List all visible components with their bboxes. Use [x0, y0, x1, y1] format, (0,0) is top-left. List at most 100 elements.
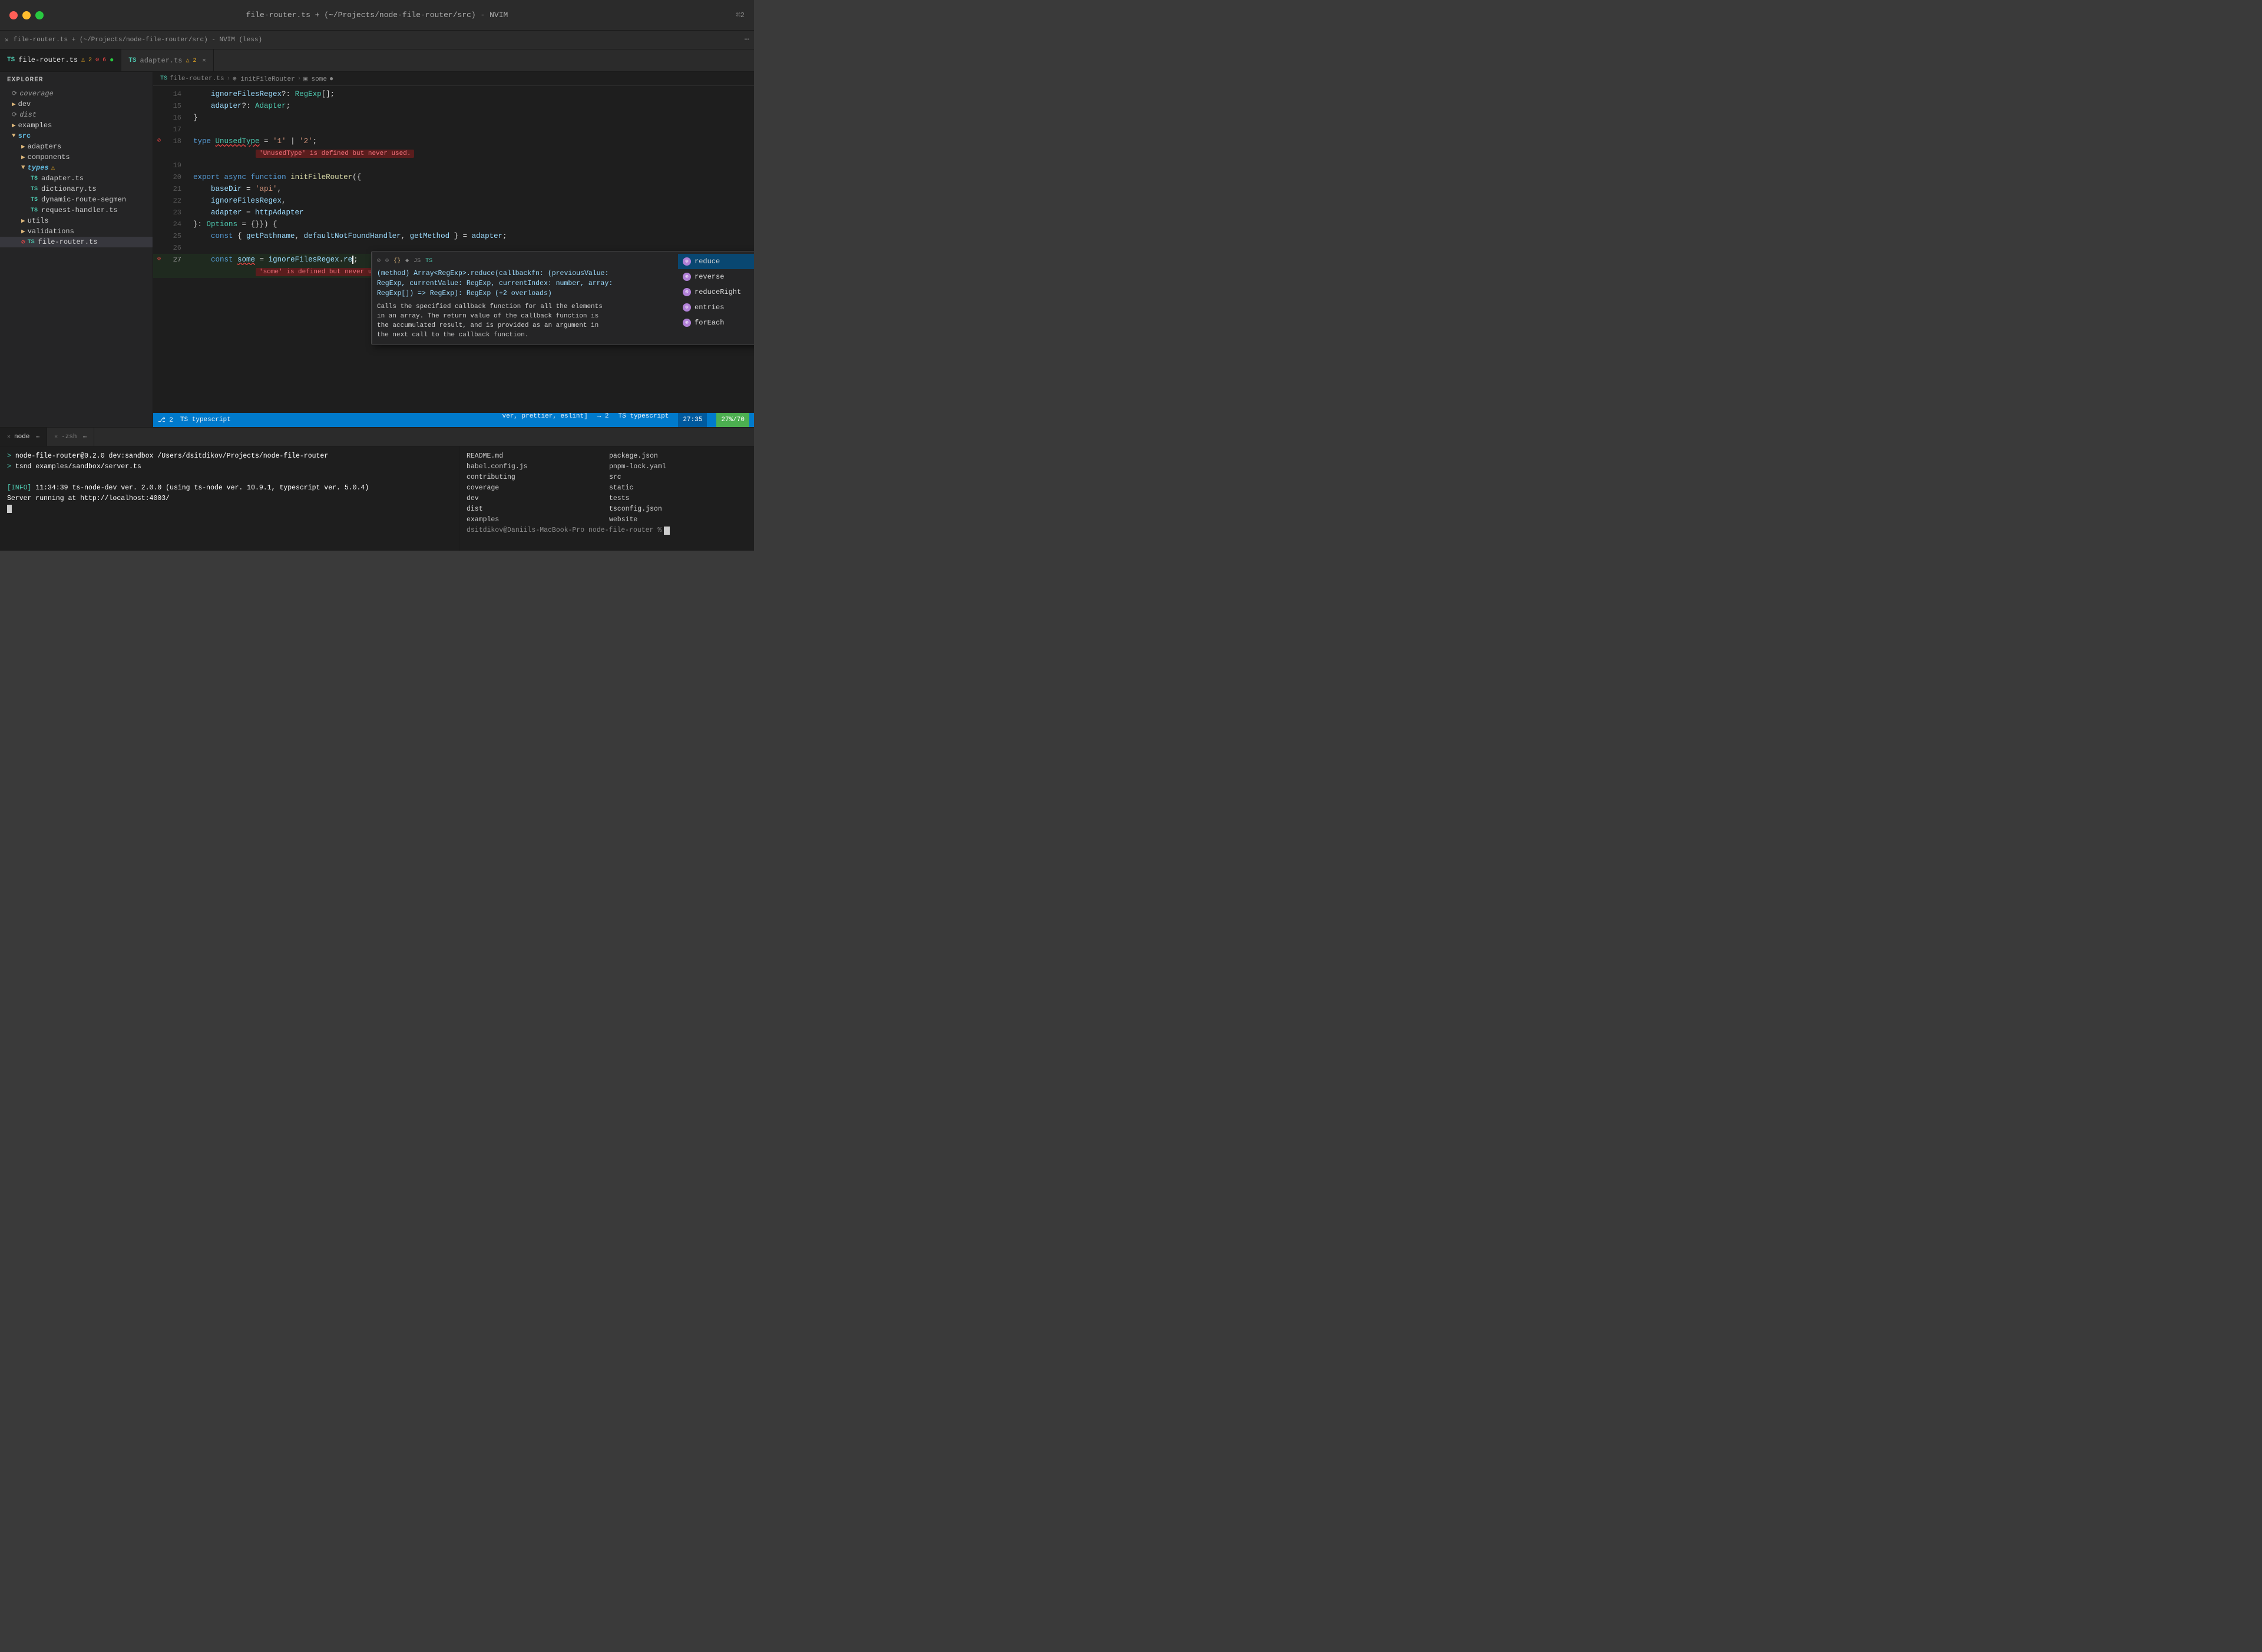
terminal-cursor — [7, 505, 12, 513]
item-label: adapters — [28, 143, 62, 151]
sidebar-item-request-handler[interactable]: TS request-handler.ts — [0, 205, 153, 216]
detail-icon-diamond: ◆ — [405, 256, 409, 266]
ac-item-forEach[interactable]: ⊙ forEach (LSP) — [678, 315, 754, 330]
code-line-22: 22 ignoreFilesRegex, — [153, 195, 754, 207]
sidebar-item-file-router-ts[interactable]: ⊘ TS file-router.ts — [0, 237, 153, 247]
item-label: examples — [18, 121, 52, 130]
tab-warn-badge-2: △ 2 — [186, 57, 197, 64]
line-content-16: } — [188, 112, 754, 124]
sidebar-item-dist[interactable]: ⟳ dist — [0, 110, 153, 120]
sidebar-item-src[interactable]: ▼ src — [0, 131, 153, 141]
method-icon: ⊙ — [683, 288, 691, 296]
item-label: components — [28, 153, 70, 161]
folder-sync-icon-2: ⟳ — [12, 111, 17, 119]
fullscreen-button[interactable] — [35, 11, 44, 19]
item-label: dev — [18, 100, 31, 108]
terminal-close-icon[interactable]: ✕ — [7, 433, 11, 441]
line-number-16: 16 — [165, 112, 188, 124]
method-icon: ⊙ — [683, 273, 691, 281]
code-editor[interactable]: 14 ignoreFilesRegex?: RegExp[]; 15 adapt… — [153, 86, 754, 413]
terminal-tab-zsh[interactable]: ✕ -zsh ⋯ — [47, 428, 94, 446]
minimize-button[interactable] — [22, 11, 31, 19]
line-number-26: 26 — [165, 242, 188, 254]
ac-item-reverse[interactable]: ⊙ reverse (LSP) — [678, 269, 754, 284]
sidebar-item-coverage[interactable]: ⟳ coverage — [0, 88, 153, 99]
tab-file-router[interactable]: TS file-router.ts △ 2 ⊘ 6 ● — [0, 49, 121, 71]
zsh-file-3: babel.config.js — [467, 462, 604, 472]
folder-open-icon: ▼ — [12, 133, 16, 140]
sidebar-item-types[interactable]: ▼ types ⚠ — [0, 163, 153, 173]
sidebar-item-dictionary-ts[interactable]: TS dictionary.ts — [0, 184, 153, 194]
ac-item-reduceRight[interactable]: ⊙ reduceRight (LSP) — [678, 284, 754, 300]
sidebar-item-validations[interactable]: ▶ validations — [0, 226, 153, 237]
sidebar-item-examples[interactable]: ▶ examples — [0, 120, 153, 131]
pane-close-icon[interactable]: ✕ — [5, 36, 9, 44]
folder-icon: ▶ — [21, 143, 25, 151]
ac-item-entries[interactable]: ⊙ entries (LSP) — [678, 300, 754, 315]
ac-label: reduceRight — [695, 286, 754, 298]
tab-warn-badge: △ 2 — [81, 57, 92, 64]
breadcrumb-var[interactable]: ▣ some — [303, 75, 327, 83]
code-line-18: ⊘ 18 type UnusedType = '1' | '2'; 'Unuse… — [153, 135, 754, 160]
tab-adapter[interactable]: TS adapter.ts △ 2 ✕ — [121, 49, 213, 71]
sidebar-item-components[interactable]: ▶ components — [0, 152, 153, 163]
breadcrumb-ts-icon: TS — [160, 75, 167, 82]
zsh-file-11: dist — [467, 504, 604, 515]
ac-item-reduce[interactable]: ⊙ reduce LSP — [678, 254, 754, 269]
detail-icon-obj: {} — [393, 256, 401, 266]
item-label: validations — [28, 227, 74, 236]
line-number-23: 23 — [165, 207, 188, 218]
terminal-tab-node[interactable]: ✕ node ⋯ — [0, 428, 47, 446]
line-content-24: }: Options = {}}) { — [188, 218, 754, 230]
code-line-25: 25 const { getPathname, defaultNotFoundH… — [153, 230, 754, 242]
status-right: ver, prettier, eslint] → 2 TS typescript… — [502, 413, 750, 427]
terminal-zsh[interactable]: README.md package.json babel.config.js p… — [459, 446, 754, 551]
breadcrumb-modified-dot: ● — [329, 75, 333, 83]
tab-close-icon[interactable]: ✕ — [203, 57, 206, 64]
code-line-23: 23 adapter = httpAdapter — [153, 207, 754, 218]
item-label: coverage — [19, 90, 54, 98]
close-button[interactable] — [9, 11, 18, 19]
autocomplete-list: ⊙ reduce LSP ⊙ reverse (LSP) ⊙ reduceRig… — [678, 251, 754, 345]
breadcrumb-file[interactable]: file-router.ts — [170, 75, 224, 82]
terminal-tab-dots[interactable]: ⋯ — [35, 433, 39, 441]
zsh-file-14: website — [609, 515, 747, 525]
pane-menu-icon[interactable]: ⋯ — [745, 35, 749, 45]
terminal-area: ✕ node ⋯ ✕ -zsh ⋯ > node-file-router@0.2… — [0, 427, 754, 551]
pane-title: file-router.ts + (~/Projects/node-file-r… — [14, 37, 262, 44]
line-content-18: type UnusedType = '1' | '2'; 'UnusedType… — [188, 135, 754, 160]
code-line-24: 24 }: Options = {}}) { — [153, 218, 754, 230]
zsh-file-1: README.md — [467, 451, 604, 462]
sidebar-item-utils[interactable]: ▶ utils — [0, 216, 153, 226]
terminal-tab-dots-2[interactable]: ⋯ — [83, 433, 87, 441]
method-icon: ⊙ — [683, 303, 691, 312]
sidebar-item-dynamic-route[interactable]: TS dynamic-route-segmen — [0, 194, 153, 205]
line-number-15: 15 — [165, 100, 188, 112]
breadcrumb-func[interactable]: ⊕ initFileRouter — [233, 75, 295, 83]
folder-icon: ▶ — [12, 100, 16, 108]
line-number-20: 20 — [165, 171, 188, 183]
terminal-close-icon-2[interactable]: ✕ — [54, 433, 58, 441]
status-branch: ⎇ 2 — [158, 416, 173, 424]
editor-area: Explorer ⟳ coverage ▶ dev ⟳ dist ▶ examp… — [0, 72, 754, 427]
code-line-14: 14 ignoreFilesRegex?: RegExp[]; — [153, 88, 754, 100]
breadcrumb-sep1: › — [226, 75, 230, 82]
method-icon: ⊙ — [683, 319, 691, 327]
sidebar-item-dev[interactable]: ▶ dev — [0, 99, 153, 110]
ac-label: reduce — [695, 256, 754, 267]
app: file-router.ts + (~/Projects/node-file-r… — [0, 0, 754, 551]
folder-icon: ▶ — [21, 153, 25, 161]
sidebar-item-adapter-ts[interactable]: TS adapter.ts — [0, 173, 153, 184]
sidebar-item-adapters[interactable]: ▶ adapters — [0, 141, 153, 152]
sidebar: Explorer ⟳ coverage ▶ dev ⟳ dist ▶ examp… — [0, 72, 153, 427]
item-label: dynamic-route-segmen — [41, 196, 126, 204]
zsh-prompt-line: dsitdikov@Daniils-MacBook-Pro node-file-… — [467, 525, 747, 536]
terminal-node[interactable]: > node-file-router@0.2.0 dev:sandbox /Us… — [0, 446, 459, 551]
item-label: dictionary.ts — [41, 185, 97, 193]
terminal-line-2: > tsnd examples/sandbox/server.ts — [7, 462, 452, 472]
ts-file-icon: TS — [31, 176, 38, 182]
sidebar-title: Explorer — [0, 72, 153, 88]
status-typescript-label: TS typescript — [619, 413, 669, 427]
item-label: src — [18, 132, 31, 140]
folder-icon: ▶ — [21, 217, 25, 225]
